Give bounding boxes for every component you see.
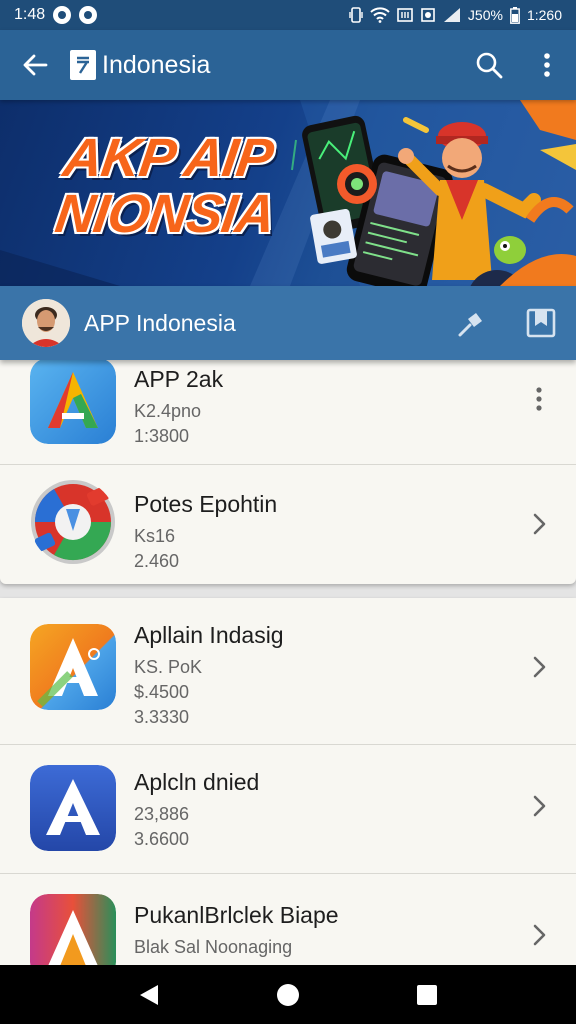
chevron-right-icon bbox=[533, 795, 546, 817]
channel-name: APP Indonesia bbox=[84, 309, 236, 336]
notification-icon bbox=[53, 6, 72, 24]
app-bar: Indonesia bbox=[0, 30, 576, 100]
status-time: 1:48 bbox=[14, 6, 46, 23]
banner-title-line1: AKP AIP bbox=[59, 128, 277, 188]
battery-percent: J50% bbox=[467, 7, 503, 23]
back-button[interactable] bbox=[0, 30, 70, 100]
vibrate-icon bbox=[349, 7, 363, 23]
app-detail: Ks16 bbox=[134, 526, 176, 546]
app-detail: 23,886 bbox=[134, 804, 190, 824]
list-item-text: Apllain Indasig KS. PoK $.4500 3.3330 bbox=[134, 622, 284, 730]
app-icon bbox=[30, 894, 116, 968]
data-icon bbox=[397, 8, 413, 22]
app-detail: 3.3330 bbox=[134, 707, 190, 727]
app-list-card: Apllain Indasig KS. PoK $.4500 3.3330 Ap… bbox=[0, 598, 576, 968]
avatar[interactable] bbox=[22, 299, 70, 347]
search-button[interactable] bbox=[460, 30, 518, 100]
promo-banner[interactable]: AKP AIP NIONSIA bbox=[0, 100, 576, 286]
search-icon bbox=[476, 52, 503, 79]
nav-back-button[interactable] bbox=[129, 975, 169, 1015]
circle-home-icon bbox=[276, 983, 299, 1006]
chevron-right-icon bbox=[533, 656, 546, 678]
open-button[interactable] bbox=[526, 654, 552, 680]
list-item[interactable]: APP 2ak K2.4pno 1:3800 bbox=[0, 358, 576, 464]
signal-icon bbox=[443, 8, 460, 22]
app-list-card: APP 2ak K2.4pno 1:3800 Potes Epohtin Ks1… bbox=[0, 358, 576, 584]
app-logo-icon bbox=[70, 50, 96, 80]
list-item[interactable]: PukanlBrlclek Biape Blak Sal Noonaging bbox=[0, 874, 576, 968]
bookmark-icon bbox=[526, 308, 556, 338]
wifi-icon bbox=[370, 7, 390, 23]
list-item-text: Aplcln dnied 23,886 3.6600 bbox=[134, 769, 259, 852]
banner-title: AKP AIP NIONSIA bbox=[51, 128, 308, 244]
nav-recents-button[interactable] bbox=[407, 975, 447, 1015]
more-vert-icon bbox=[536, 387, 542, 411]
status-right: J50% 1:260 bbox=[349, 6, 562, 24]
list-item-text: Potes Epohtin Ks16 2.460 bbox=[134, 491, 277, 574]
bookmark-button[interactable] bbox=[506, 286, 576, 360]
more-options-button[interactable] bbox=[526, 386, 552, 412]
app-title: Aplcln dnied bbox=[134, 769, 260, 795]
app-title: PukanlBrlclek Biape bbox=[134, 902, 339, 928]
list-item-text: PukanlBrlclek Biape Blak Sal Noonaging bbox=[134, 902, 339, 960]
open-button[interactable] bbox=[526, 922, 552, 948]
overflow-menu-button[interactable] bbox=[518, 30, 576, 100]
list-item[interactable]: Potes Epohtin Ks16 2.460 bbox=[0, 465, 576, 583]
channel-header: APP Indonesia bbox=[0, 286, 576, 360]
alarm-icon bbox=[421, 8, 435, 22]
app-detail: Blak Sal Noonaging bbox=[134, 937, 293, 957]
arrow-back-icon bbox=[23, 54, 48, 76]
more-vert-icon bbox=[544, 53, 550, 77]
chevron-right-icon bbox=[533, 924, 546, 946]
navigation-bar bbox=[0, 965, 576, 1024]
app-detail: KS. PoK bbox=[134, 657, 203, 677]
app-title: Apllain Indasig bbox=[134, 622, 284, 648]
app-icon bbox=[30, 624, 116, 710]
battery-icon bbox=[510, 6, 520, 24]
pin-button[interactable] bbox=[436, 286, 506, 360]
app-detail: K2.4pno bbox=[134, 401, 202, 421]
notification-icon-2 bbox=[79, 6, 98, 24]
app-title: Potes Epohtin bbox=[134, 491, 278, 517]
app-detail: 2.460 bbox=[134, 551, 180, 571]
status-left: 1:48 bbox=[14, 6, 98, 24]
app-icon bbox=[30, 479, 116, 565]
list-item[interactable]: Apllain Indasig KS. PoK $.4500 3.3330 bbox=[0, 598, 576, 744]
pin-icon bbox=[458, 313, 482, 337]
app-detail: 1:3800 bbox=[134, 426, 190, 446]
banner-title-line2: NIONSIA bbox=[51, 184, 279, 244]
nav-home-button[interactable] bbox=[268, 975, 308, 1015]
page-title: Indonesia bbox=[102, 50, 211, 79]
chevron-right-icon bbox=[533, 513, 546, 535]
avatar-image bbox=[22, 299, 70, 347]
app-icon bbox=[30, 765, 116, 851]
app-detail: 3.6600 bbox=[134, 829, 190, 849]
square-recents-icon bbox=[416, 984, 437, 1005]
status-time-right: 1:260 bbox=[526, 7, 562, 23]
app-icon bbox=[30, 358, 116, 444]
open-button[interactable] bbox=[526, 511, 552, 537]
list-item-text: APP 2ak K2.4pno 1:3800 bbox=[134, 366, 223, 449]
app-title: APP 2ak bbox=[134, 366, 224, 392]
list-item[interactable]: Aplcln dnied 23,886 3.6600 bbox=[0, 745, 576, 873]
status-bar: 1:48 J50% 1:260 bbox=[0, 0, 576, 30]
open-button[interactable] bbox=[526, 793, 552, 819]
triangle-back-icon bbox=[140, 984, 159, 1005]
app-detail: $.4500 bbox=[134, 682, 190, 702]
